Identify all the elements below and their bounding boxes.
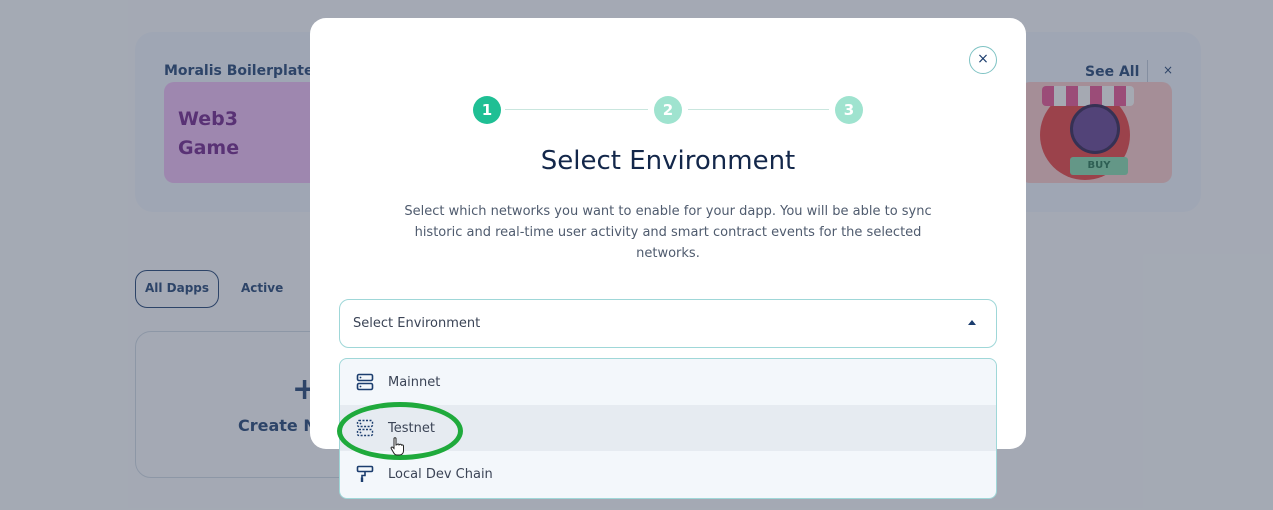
environment-select[interactable]: Select Environment bbox=[339, 299, 997, 348]
select-label: Select Environment bbox=[353, 316, 481, 331]
option-label: Mainnet bbox=[388, 375, 441, 390]
modal-title: Select Environment bbox=[540, 146, 796, 176]
close-icon[interactable]: × bbox=[969, 46, 997, 74]
option-local-dev-chain[interactable]: Local Dev Chain bbox=[340, 451, 996, 497]
option-mainnet[interactable]: Mainnet bbox=[340, 359, 996, 405]
step-1: 1 bbox=[473, 96, 501, 124]
caret-up-icon bbox=[968, 320, 976, 325]
hand-cursor-icon bbox=[390, 437, 404, 456]
step-2: 2 bbox=[654, 96, 682, 124]
step-3: 3 bbox=[835, 96, 863, 124]
step-connector-1 bbox=[505, 109, 648, 110]
server-icon bbox=[356, 373, 374, 391]
modal-description: Select which networks you want to enable… bbox=[404, 204, 932, 261]
option-label: Local Dev Chain bbox=[388, 467, 493, 482]
step-connector-2 bbox=[688, 109, 829, 110]
paint-roller-icon bbox=[356, 465, 374, 482]
